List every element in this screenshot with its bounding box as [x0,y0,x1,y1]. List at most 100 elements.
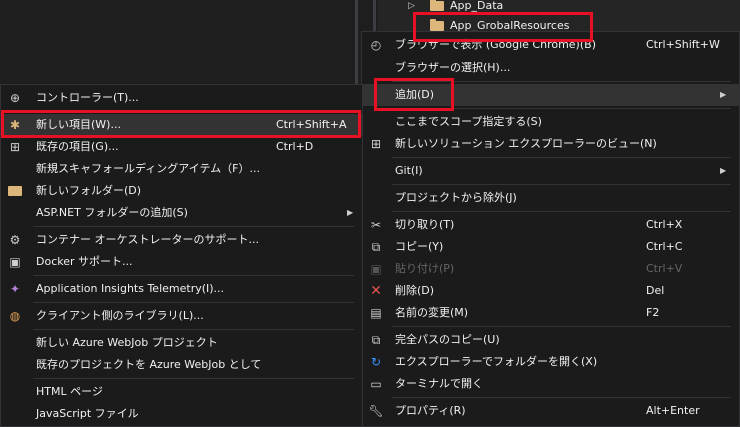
menu-item-shortcut: Ctrl+Shift+A [276,118,347,131]
menu-item-shortcut: Ctrl+C [646,240,683,253]
menu-item-add-aspnet-folder[interactable]: ASP.NET フォルダーの追加(S) ▶ [1,202,362,224]
menu-item-label: コンテナー オーケストレーターのサポート... [36,233,259,246]
tree-item-label: App_Data [450,0,504,12]
menu-item-label: ターミナルで開く [395,377,483,390]
menu-item-new-folder[interactable]: 新しいフォルダー(D) [1,180,362,202]
menu-item-shortcut: Ctrl+X [646,218,683,231]
menu-item-label: コピー(Y) [395,240,444,253]
menu-item-label: 切り取り(T) [395,218,455,231]
menu-item-new-scaffolded-item[interactable]: 新規スキャフォールディングアイテム（F）... [1,158,362,180]
menu-item-new-item[interactable]: ✱ 新しい項目(W)... Ctrl+Shift+A [1,114,362,136]
menu-separator [33,275,354,276]
container-icon: ⚙ [9,233,21,247]
menu-item-view-in-browser[interactable]: ◴ ブラウザーで表示 (Google Chrome)(B) Ctrl+Shift… [362,34,739,56]
delete-icon: ✕ [370,283,382,299]
rename-icon: ▤ [370,306,382,320]
menu-item-label: 新しいソリューション エクスプローラーのビュー(N) [395,137,657,150]
menu-item-shortcut: Del [646,284,665,297]
pane-splitter[interactable] [355,0,358,90]
menu-item-label: ブラウザーで表示 (Google Chrome)(B) [395,38,596,51]
docker-icon: ▣ [9,255,21,269]
insights-icon: ✦ [9,282,21,296]
menu-item-label: ここまでスコープ指定する(S) [395,115,542,128]
menu-separator [392,326,731,327]
controller-icon: ⊕ [9,91,21,105]
menu-item-scope-to-this[interactable]: ここまでスコープ指定する(S) [362,111,739,133]
folder-icon [430,0,444,11]
menu-item-properties[interactable]: 🔧︎ プロパティ(R) Alt+Enter [362,400,739,422]
client-library-icon: ◍ [9,309,21,323]
menu-item-paste: ▣ 貼り付け(P) Ctrl+V [362,258,739,280]
menu-item-add[interactable]: 追加(D) ▶ [362,84,739,106]
menu-separator [33,329,354,330]
menu-item-label: プロパティ(R) [395,404,466,417]
menu-separator [33,378,354,379]
copy-icon: ⧉ [371,240,381,254]
menu-item-existing-item[interactable]: ⊞ 既存の項目(G)... Ctrl+D [1,136,362,158]
menu-item-container-orchestrator[interactable]: ⚙ コンテナー オーケストレーターのサポート... [1,229,362,251]
menu-item-shortcut: Ctrl+V [646,262,683,275]
menu-item-html-page[interactable]: HTML ページ [1,381,362,403]
menu-item-label: 既存の項目(G)... [36,140,119,153]
scissors-icon: ✂ [370,218,382,232]
terminal-icon: ▭ [370,377,382,391]
menu-item-new-explorer-view[interactable]: ⊞ 新しいソリューション エクスプローラーのビュー(N) [362,133,739,155]
menu-item-new-azure-webjob[interactable]: 新しい Azure WebJob プロジェクト [1,332,362,354]
new-item-icon: ✱ [9,118,21,132]
menu-item-label: 新しい項目(W)... [36,118,121,131]
menu-item-label: 新規スキャフォールディングアイテム（F）... [36,162,260,175]
menu-item-docker-support[interactable]: ▣ Docker サポート... [1,251,362,273]
menu-item-existing-as-webjob[interactable]: 既存のプロジェクトを Azure WebJob として [1,354,362,376]
submenu-arrow-icon: ▶ [720,166,727,175]
menu-item-label: Docker サポート... [36,255,133,268]
submenu-arrow-icon: ▶ [347,208,354,217]
menu-item-git[interactable]: Git(I) ▶ [362,160,739,182]
menu-item-client-library[interactable]: ◍ クライアント側のライブラリ(L)... [1,305,362,327]
menu-item-label: コントローラー(T)... [36,91,139,104]
menu-item-label: Git(I) [395,164,423,177]
menu-item-controller[interactable]: ⊕ コントローラー(T)... [1,87,362,109]
menu-item-delete[interactable]: ✕ 削除(D) Del [362,280,739,302]
menu-item-browse-with[interactable]: ブラウザーの選択(H)... [362,57,739,79]
paste-icon: ▣ [370,262,382,276]
menu-item-label: 完全パスのコピー(U) [395,333,500,346]
menu-item-label: 追加(D) [395,88,435,101]
menu-item-label: ASP.NET フォルダーの追加(S) [36,206,188,219]
open-folder-icon: ↻ [370,355,382,369]
browser-view-icon: ◴ [370,38,382,52]
menu-item-cut[interactable]: ✂ 切り取り(T) Ctrl+X [362,214,739,236]
menu-item-application-insights[interactable]: ✦ Application Insights Telemetry(I)... [1,278,362,300]
menu-item-label: クライアント側のライブラリ(L)... [36,309,204,322]
menu-item-copy[interactable]: ⧉ コピー(Y) Ctrl+C [362,236,739,258]
copy-path-icon: ⧉ [371,333,381,347]
menu-item-label: エクスプローラーでフォルダーを開く(X) [395,355,598,368]
menu-item-label: Application Insights Telemetry(I)... [36,282,225,295]
new-explorer-view-icon: ⊞ [370,137,382,151]
menu-separator [392,397,731,398]
menu-item-exclude-from-project[interactable]: プロジェクトから除外(J) [362,187,739,209]
menu-separator [33,302,354,303]
menu-item-open-in-explorer[interactable]: ↻ エクスプローラーでフォルダーを開く(X) [362,351,739,373]
expand-arrow-icon[interactable]: ▷ [408,0,415,15]
context-menu: ◴ ブラウザーで表示 (Google Chrome)(B) Ctrl+Shift… [361,31,740,427]
menu-item-label: ブラウザーの選択(H)... [395,61,511,74]
wrench-icon: 🔧︎ [368,404,384,418]
tree-item-app-data[interactable]: ▷ App_Data [408,0,708,15]
menu-item-rename[interactable]: ▤ 名前の変更(M) F2 [362,302,739,324]
folder-icon [430,19,444,31]
menu-item-javascript-file[interactable]: JavaScript ファイル [1,403,362,425]
menu-item-label: 既存のプロジェクトを Azure WebJob として [36,358,262,371]
menu-separator [33,111,354,112]
menu-item-label: JavaScript ファイル [36,407,139,420]
menu-item-shortcut: Ctrl+D [276,140,314,153]
menu-item-open-in-terminal[interactable]: ▭ ターミナルで開く [362,373,739,395]
menu-item-label: 削除(D) [395,284,435,297]
menu-item-label: プロジェクトから除外(J) [395,191,517,204]
menu-separator [392,157,731,158]
menu-item-label: 新しい Azure WebJob プロジェクト [36,336,218,349]
submenu-arrow-icon: ▶ [720,90,727,99]
menu-item-label: HTML ページ [36,385,103,398]
menu-item-copy-full-path[interactable]: ⧉ 完全パスのコピー(U) [362,329,739,351]
menu-item-label: 貼り付け(P) [395,262,455,275]
add-submenu: ⊕ コントローラー(T)... ✱ 新しい項目(W)... Ctrl+Shift… [0,84,363,427]
